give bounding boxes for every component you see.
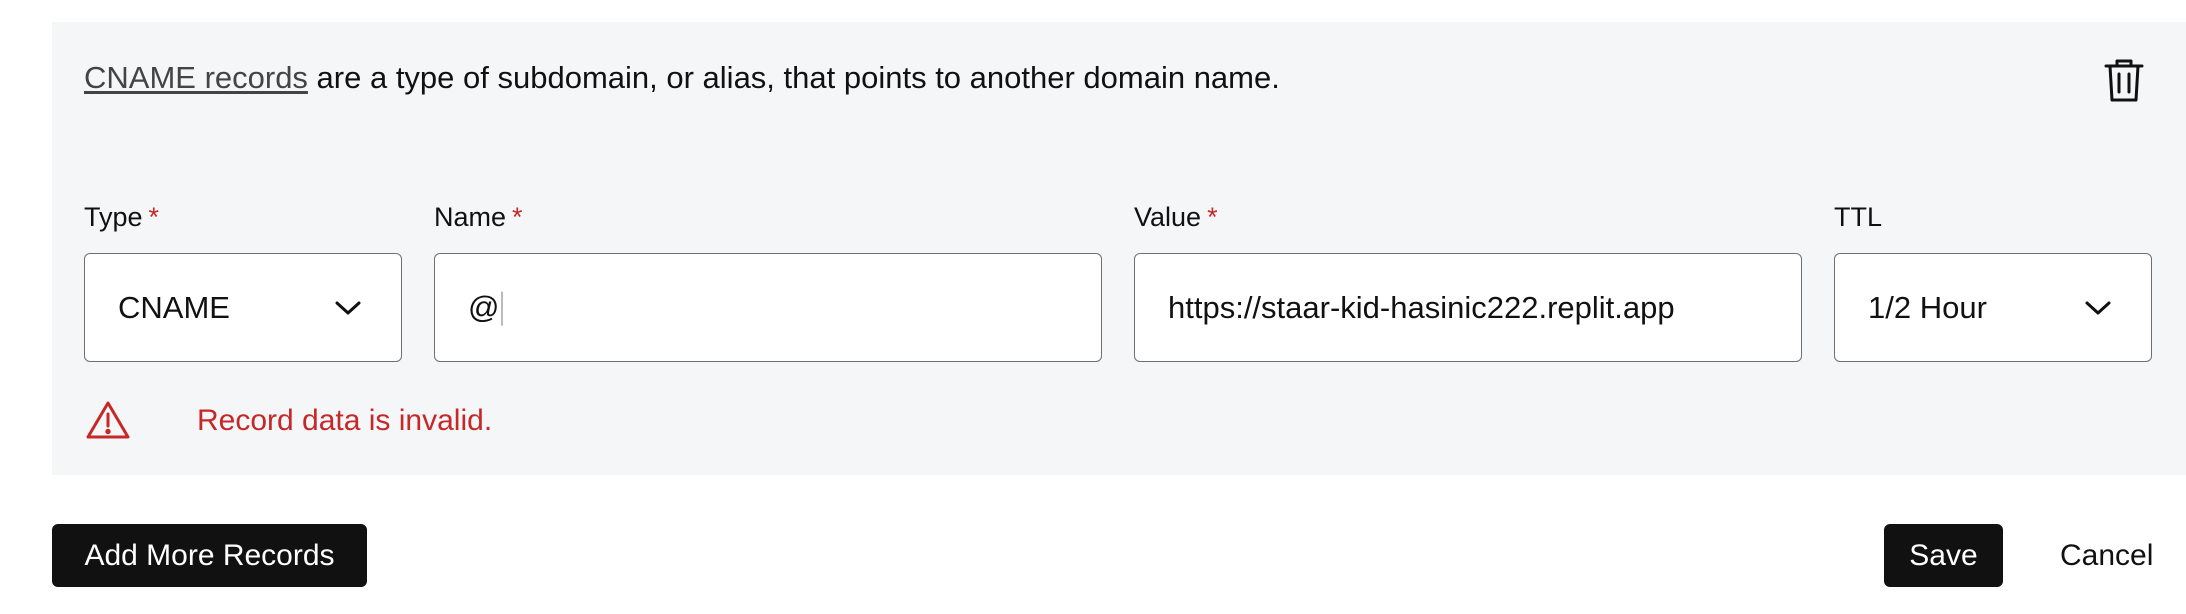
- type-select-value: CNAME: [118, 289, 230, 325]
- ttl-select-value: 1/2 Hour: [1868, 289, 1987, 325]
- record-description-text: are a type of subdomain, or alias, that …: [307, 60, 1280, 95]
- value-input-value: https://staar-kid-hasinic222.replit.app: [1168, 289, 1675, 325]
- value-label-text: Value: [1134, 202, 1202, 232]
- required-mark: *: [512, 202, 523, 232]
- error-message: Record data is invalid.: [197, 404, 493, 437]
- chevron-down-icon: [2085, 301, 2111, 314]
- type-label-text: Type: [84, 202, 143, 232]
- chevron-down-icon: [335, 301, 361, 314]
- name-input[interactable]: @: [434, 253, 1102, 362]
- type-label: Type *: [84, 200, 159, 234]
- save-button[interactable]: Save: [1884, 524, 2003, 587]
- ttl-label-text: TTL: [1834, 202, 1883, 232]
- ttl-label: TTL: [1834, 200, 1882, 234]
- name-label-text: Name: [434, 202, 507, 232]
- add-more-records-button[interactable]: Add More Records: [52, 524, 367, 587]
- value-input[interactable]: https://staar-kid-hasinic222.replit.app: [1134, 253, 1802, 362]
- text-cursor: [501, 291, 504, 326]
- cname-records-link[interactable]: CNAME records: [84, 60, 308, 95]
- name-label: Name *: [434, 200, 523, 234]
- cancel-button[interactable]: Cancel: [2060, 524, 2153, 587]
- value-label: Value *: [1134, 200, 1218, 234]
- type-select[interactable]: CNAME: [84, 253, 402, 362]
- name-input-content: @: [468, 289, 504, 326]
- required-mark: *: [1207, 202, 1218, 232]
- ttl-select[interactable]: 1/2 Hour: [1834, 253, 2152, 362]
- warning-icon: [86, 401, 130, 439]
- trash-icon[interactable]: [2098, 54, 2150, 106]
- record-description: CNAME records are a type of subdomain, o…: [84, 58, 1280, 98]
- required-mark: *: [148, 202, 160, 232]
- name-input-value: @: [468, 289, 500, 325]
